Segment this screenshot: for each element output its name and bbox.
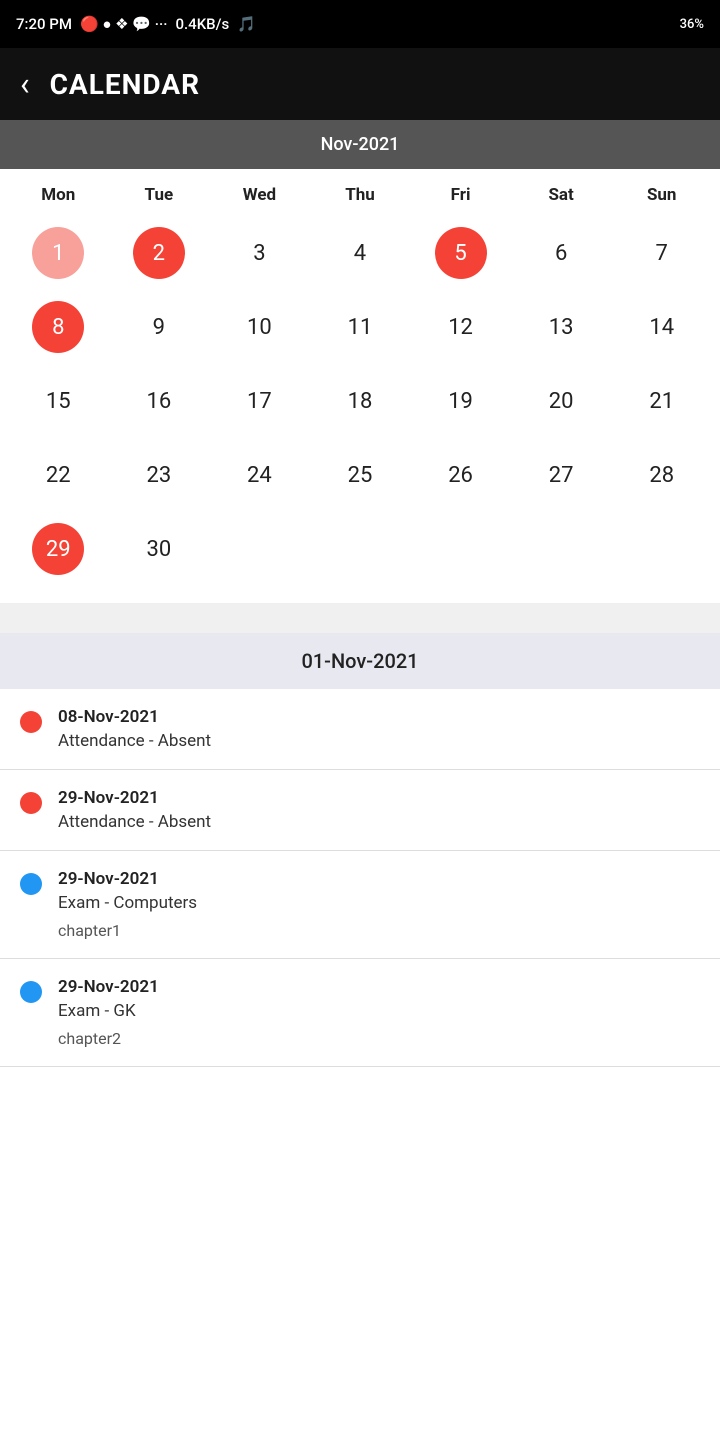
- event-content-1: 29-Nov-2021 Attendance - Absent: [58, 788, 211, 832]
- day-header-wed: Wed: [209, 179, 310, 211]
- page-title: CALENDAR: [50, 68, 200, 101]
- event-item-0[interactable]: 08-Nov-2021 Attendance - Absent: [0, 689, 720, 770]
- event-content-0: 08-Nov-2021 Attendance - Absent: [58, 707, 211, 751]
- event-date-1: 29-Nov-2021: [58, 788, 211, 808]
- calendar-day-23[interactable]: 23: [109, 441, 210, 509]
- calendar-day-27[interactable]: 27: [511, 441, 612, 509]
- calendar-day-7[interactable]: 7: [611, 219, 712, 287]
- calendar-day-28[interactable]: 28: [611, 441, 712, 509]
- calendar-day-21[interactable]: 21: [611, 367, 712, 435]
- event-list: 08-Nov-2021Attendance - Absent29-Nov-202…: [0, 689, 720, 1067]
- status-time: 7:20 PM: [16, 15, 72, 33]
- day-header-sun: Sun: [611, 179, 712, 211]
- status-bar: 7:20 PM 🔴 ● ❖ 💬 ··· 0.4KB/s 🎵 36%: [0, 0, 720, 48]
- calendar-day-30[interactable]: 30: [109, 515, 210, 583]
- selected-date-bar[interactable]: 01-Nov-2021: [0, 633, 720, 689]
- status-icons: 🔴 ● ❖ 💬 ···: [80, 15, 168, 33]
- event-title-0: Attendance - Absent: [58, 731, 211, 751]
- calendar-section: Mon Tue Wed Thu Fri Sat Sun 123456789101…: [0, 169, 720, 603]
- event-detail-3: chapter2: [58, 1029, 159, 1048]
- back-button[interactable]: ‹: [20, 68, 30, 100]
- calendar-day-10[interactable]: 10: [209, 293, 310, 361]
- status-network: 0.4KB/s: [175, 15, 229, 33]
- event-title-3: Exam - GK: [58, 1001, 159, 1021]
- event-date-0: 08-Nov-2021: [58, 707, 211, 727]
- calendar-day-25[interactable]: 25: [310, 441, 411, 509]
- event-dot-3: [20, 981, 42, 1003]
- calendar-day-14[interactable]: 14: [611, 293, 712, 361]
- calendar-day-24[interactable]: 24: [209, 441, 310, 509]
- calendar-day-16[interactable]: 16: [109, 367, 210, 435]
- calendar-day-5[interactable]: 5: [410, 219, 511, 287]
- event-detail-2: chapter1: [58, 921, 197, 940]
- day-header-fri: Fri: [410, 179, 511, 211]
- event-content-2: 29-Nov-2021 Exam - Computers chapter1: [58, 869, 197, 940]
- event-dot-2: [20, 873, 42, 895]
- section-divider: [0, 603, 720, 633]
- calendar-day-13[interactable]: 13: [511, 293, 612, 361]
- calendar-day-15[interactable]: 15: [8, 367, 109, 435]
- day-header-mon: Mon: [8, 179, 109, 211]
- event-date-3: 29-Nov-2021: [58, 977, 159, 997]
- calendar-day-6[interactable]: 6: [511, 219, 612, 287]
- selected-date-label: 01-Nov-2021: [301, 649, 418, 673]
- event-dot-1: [20, 792, 42, 814]
- event-dot-0: [20, 711, 42, 733]
- calendar-day-29[interactable]: 29: [8, 515, 109, 583]
- calendar-day-2[interactable]: 2: [109, 219, 210, 287]
- calendar-day-8[interactable]: 8: [8, 293, 109, 361]
- calendar-grid: 1234567891011121314151617181920212223242…: [8, 219, 712, 583]
- calendar-day-3[interactable]: 3: [209, 219, 310, 287]
- event-title-2: Exam - Computers: [58, 893, 197, 913]
- calendar-day-18[interactable]: 18: [310, 367, 411, 435]
- month-label: Nov-2021: [321, 134, 400, 155]
- status-bluetooth: 🎵: [237, 15, 256, 33]
- event-item-3[interactable]: 29-Nov-2021 Exam - GK chapter2: [0, 959, 720, 1067]
- event-date-2: 29-Nov-2021: [58, 869, 197, 889]
- calendar-day-19[interactable]: 19: [410, 367, 511, 435]
- calendar-day-9[interactable]: 9: [109, 293, 210, 361]
- day-header-sat: Sat: [511, 179, 612, 211]
- status-left: 7:20 PM 🔴 ● ❖ 💬 ··· 0.4KB/s 🎵: [16, 15, 256, 33]
- month-bar: Nov-2021: [0, 120, 720, 169]
- day-header-thu: Thu: [310, 179, 411, 211]
- day-headers: Mon Tue Wed Thu Fri Sat Sun: [8, 179, 712, 211]
- calendar-day-1[interactable]: 1: [8, 219, 109, 287]
- app-header: ‹ CALENDAR: [0, 48, 720, 120]
- event-item-1[interactable]: 29-Nov-2021 Attendance - Absent: [0, 770, 720, 851]
- calendar-day-11[interactable]: 11: [310, 293, 411, 361]
- calendar-day-26[interactable]: 26: [410, 441, 511, 509]
- event-item-2[interactable]: 29-Nov-2021 Exam - Computers chapter1: [0, 851, 720, 959]
- event-title-1: Attendance - Absent: [58, 812, 211, 832]
- calendar-day-4[interactable]: 4: [310, 219, 411, 287]
- status-right: 36%: [680, 17, 704, 32]
- event-content-3: 29-Nov-2021 Exam - GK chapter2: [58, 977, 159, 1048]
- day-header-tue: Tue: [109, 179, 210, 211]
- status-battery: 36%: [680, 17, 704, 32]
- calendar-day-20[interactable]: 20: [511, 367, 612, 435]
- calendar-day-22[interactable]: 22: [8, 441, 109, 509]
- calendar-day-12[interactable]: 12: [410, 293, 511, 361]
- calendar-day-17[interactable]: 17: [209, 367, 310, 435]
